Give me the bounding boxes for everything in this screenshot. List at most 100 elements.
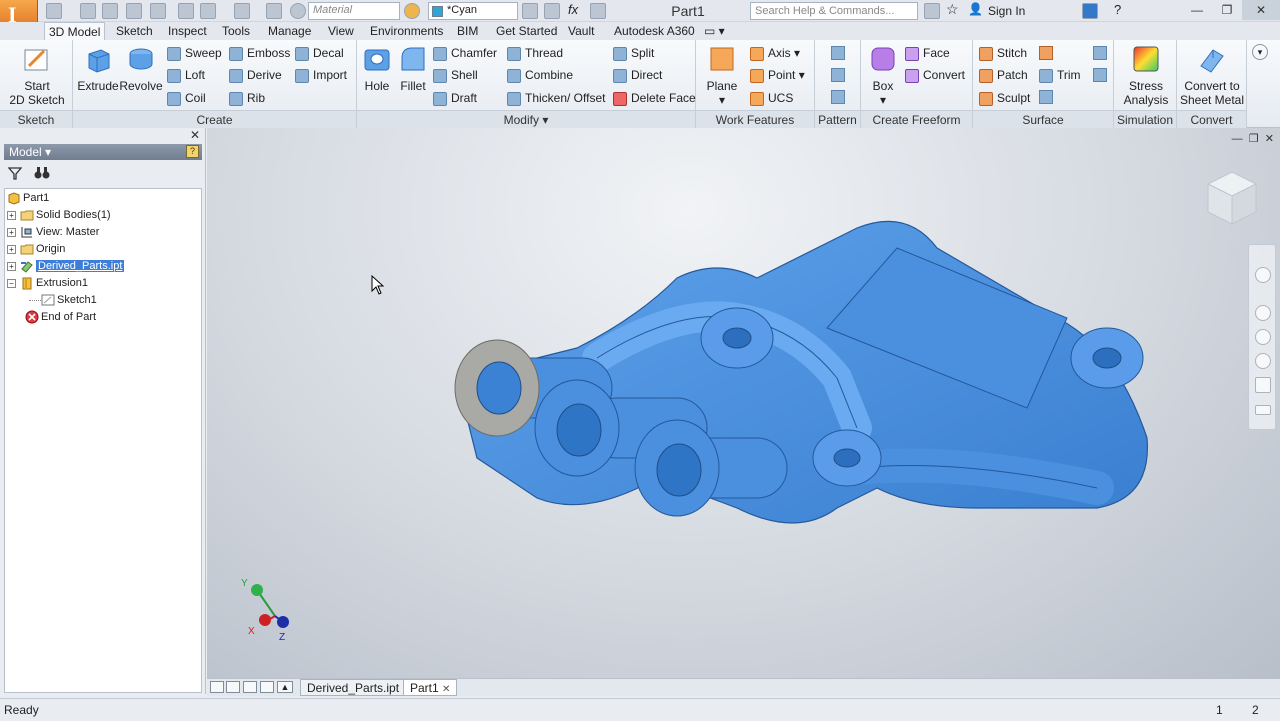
expand-icon[interactable]: + xyxy=(7,261,16,271)
viewcube[interactable] xyxy=(1202,166,1262,230)
doc-tab-part1[interactable]: Part1 ✕ xyxy=(403,679,458,696)
coil-button[interactable]: Coil xyxy=(167,88,206,108)
viewport-minimize-icon[interactable]: — xyxy=(1232,133,1243,145)
split-button[interactable]: Split xyxy=(613,43,654,63)
select-icon[interactable] xyxy=(234,3,250,19)
tile-vertical-icon[interactable] xyxy=(260,681,274,693)
collapse-icon[interactable]: − xyxy=(7,278,16,288)
extrude-button[interactable]: Extrude xyxy=(77,44,119,93)
patch-button[interactable]: Patch xyxy=(979,65,1028,85)
tab-vault[interactable]: Vault xyxy=(564,22,598,40)
repair-bodies-icon[interactable] xyxy=(1093,68,1107,82)
close-window-button[interactable]: ✕ xyxy=(1242,0,1280,20)
zoom-icon[interactable] xyxy=(1255,329,1271,345)
material-dropdown[interactable]: Material xyxy=(308,2,400,20)
expand-icon[interactable]: + xyxy=(7,210,16,220)
steering-wheel-icon[interactable] xyxy=(1255,267,1271,283)
tab-bim[interactable]: BIM xyxy=(453,22,482,40)
appearance-dropdown[interactable]: *Cyan xyxy=(428,2,518,20)
thicken-offset-button[interactable]: Thicken/ Offset xyxy=(507,88,605,108)
tab-view[interactable]: View xyxy=(324,22,358,40)
tree-node-derived-parts[interactable]: + Derived_Parts.ipt xyxy=(7,258,126,274)
rib-button[interactable]: Rib xyxy=(229,88,265,108)
tree-node-sketch1[interactable]: Sketch1 xyxy=(29,292,97,308)
plane-button[interactable]: Plane ▾ xyxy=(702,44,742,107)
graphics-window[interactable]: — ❐ ✕ Y X Z xyxy=(207,128,1280,678)
ribbon-options-icon[interactable]: ▭ ▾ xyxy=(700,22,729,40)
home-icon[interactable] xyxy=(178,3,194,19)
minimize-button[interactable]: — xyxy=(1182,0,1212,20)
box-button[interactable]: Box ▾ xyxy=(865,44,901,107)
appearance-icon[interactable] xyxy=(404,3,420,19)
clear-appearance-icon[interactable] xyxy=(522,3,538,19)
close-browser-icon[interactable]: ✕ xyxy=(190,128,200,142)
tab-inspect[interactable]: Inspect xyxy=(164,22,211,40)
viewport-restore-icon[interactable]: ❐ xyxy=(1249,133,1259,145)
pan-icon[interactable] xyxy=(1255,305,1271,321)
binoculars-icon[interactable] xyxy=(924,3,940,19)
fx-parameters-icon[interactable]: fx xyxy=(568,2,578,17)
replace-face-icon[interactable] xyxy=(1039,90,1053,104)
adjust-icon[interactable] xyxy=(544,3,560,19)
cascade-icon[interactable] xyxy=(243,681,257,693)
tab-3d-model[interactable]: 3D Model xyxy=(44,22,106,40)
look-at-icon[interactable] xyxy=(1255,377,1271,393)
axis-button[interactable]: Axis ▾ xyxy=(750,43,800,63)
start-2d-sketch-button[interactable]: Start 2D Sketch xyxy=(6,44,68,107)
material-icon[interactable] xyxy=(266,3,282,19)
delete-face-button[interactable]: Delete Face xyxy=(613,88,696,108)
circular-pattern-icon[interactable] xyxy=(831,68,845,82)
face-button[interactable]: Face xyxy=(905,43,950,63)
tile-horizontal-icon[interactable] xyxy=(210,681,224,693)
browser-help-icon[interactable]: ? xyxy=(186,145,199,158)
import-button[interactable]: Import xyxy=(295,65,347,85)
emboss-button[interactable]: Emboss xyxy=(229,43,290,63)
maximize-button[interactable]: ❐ xyxy=(1212,0,1242,20)
tab-tools[interactable]: Tools xyxy=(218,22,254,40)
tab-environments[interactable]: Environments xyxy=(366,22,447,40)
sweep-button[interactable]: Sweep xyxy=(167,43,222,63)
convert-freeform-button[interactable]: Convert xyxy=(905,65,965,85)
stress-analysis-button[interactable]: Stress Analysis xyxy=(1118,44,1174,107)
point-button[interactable]: Point ▾ xyxy=(750,65,805,85)
viewport-close-icon[interactable]: ✕ xyxy=(1265,133,1274,145)
close-tab-icon[interactable]: ✕ xyxy=(442,684,450,695)
expand-icon[interactable]: + xyxy=(7,227,16,237)
ucs-button[interactable]: UCS xyxy=(750,88,793,108)
sculpt-button[interactable]: Sculpt xyxy=(979,88,1030,108)
shell-button[interactable]: Shell xyxy=(433,65,478,85)
convert-to-sheet-metal-button[interactable]: Convert to Sheet Metal xyxy=(1179,44,1245,107)
tree-node-solid-bodies[interactable]: + Solid Bodies(1) xyxy=(7,207,111,223)
extend-icon[interactable] xyxy=(1039,46,1053,60)
tree-node-part1[interactable]: Part1 xyxy=(7,190,49,206)
favorites-star-icon[interactable]: ☆ xyxy=(946,1,959,18)
delete-surface-icon[interactable] xyxy=(1093,46,1107,60)
revolve-button[interactable]: Revolve xyxy=(119,44,163,93)
filter-icon[interactable] xyxy=(8,166,22,180)
modify-panel-label[interactable]: Modify ▾ xyxy=(357,110,695,128)
rectangular-pattern-icon[interactable] xyxy=(831,46,845,60)
tree-node-end-of-part[interactable]: End of Part xyxy=(25,309,96,325)
redo-icon[interactable] xyxy=(150,3,166,19)
part-model[interactable] xyxy=(437,208,1157,568)
draft-button[interactable]: Draft xyxy=(433,88,477,108)
tile-grid-icon[interactable] xyxy=(226,681,240,693)
color-icon[interactable] xyxy=(290,3,306,19)
combine-button[interactable]: Combine xyxy=(507,65,573,85)
tree-node-extrusion1[interactable]: − Extrusion1 xyxy=(7,275,88,291)
doc-tab-derived-parts[interactable]: Derived_Parts.ipt xyxy=(300,679,407,696)
nav-options-icon[interactable] xyxy=(1255,405,1271,415)
tab-autodesk-a360[interactable]: Autodesk A360 xyxy=(610,22,699,40)
decal-button[interactable]: Decal xyxy=(295,43,344,63)
thread-button[interactable]: Thread xyxy=(507,43,563,63)
expand-icon[interactable]: + xyxy=(7,244,16,254)
direct-button[interactable]: Direct xyxy=(613,65,662,85)
tree-node-view-master[interactable]: + View: Master xyxy=(7,224,99,240)
browser-header[interactable]: Model ▾ ? xyxy=(4,144,202,160)
tree-node-origin[interactable]: + Origin xyxy=(7,241,65,257)
ribbon-more-icon[interactable]: ▾ xyxy=(1252,44,1268,60)
tab-manage[interactable]: Manage xyxy=(264,22,315,40)
measure-icon[interactable] xyxy=(590,3,606,19)
help-icon[interactable]: ? xyxy=(1114,2,1121,17)
trim-button[interactable]: Trim xyxy=(1039,65,1081,85)
